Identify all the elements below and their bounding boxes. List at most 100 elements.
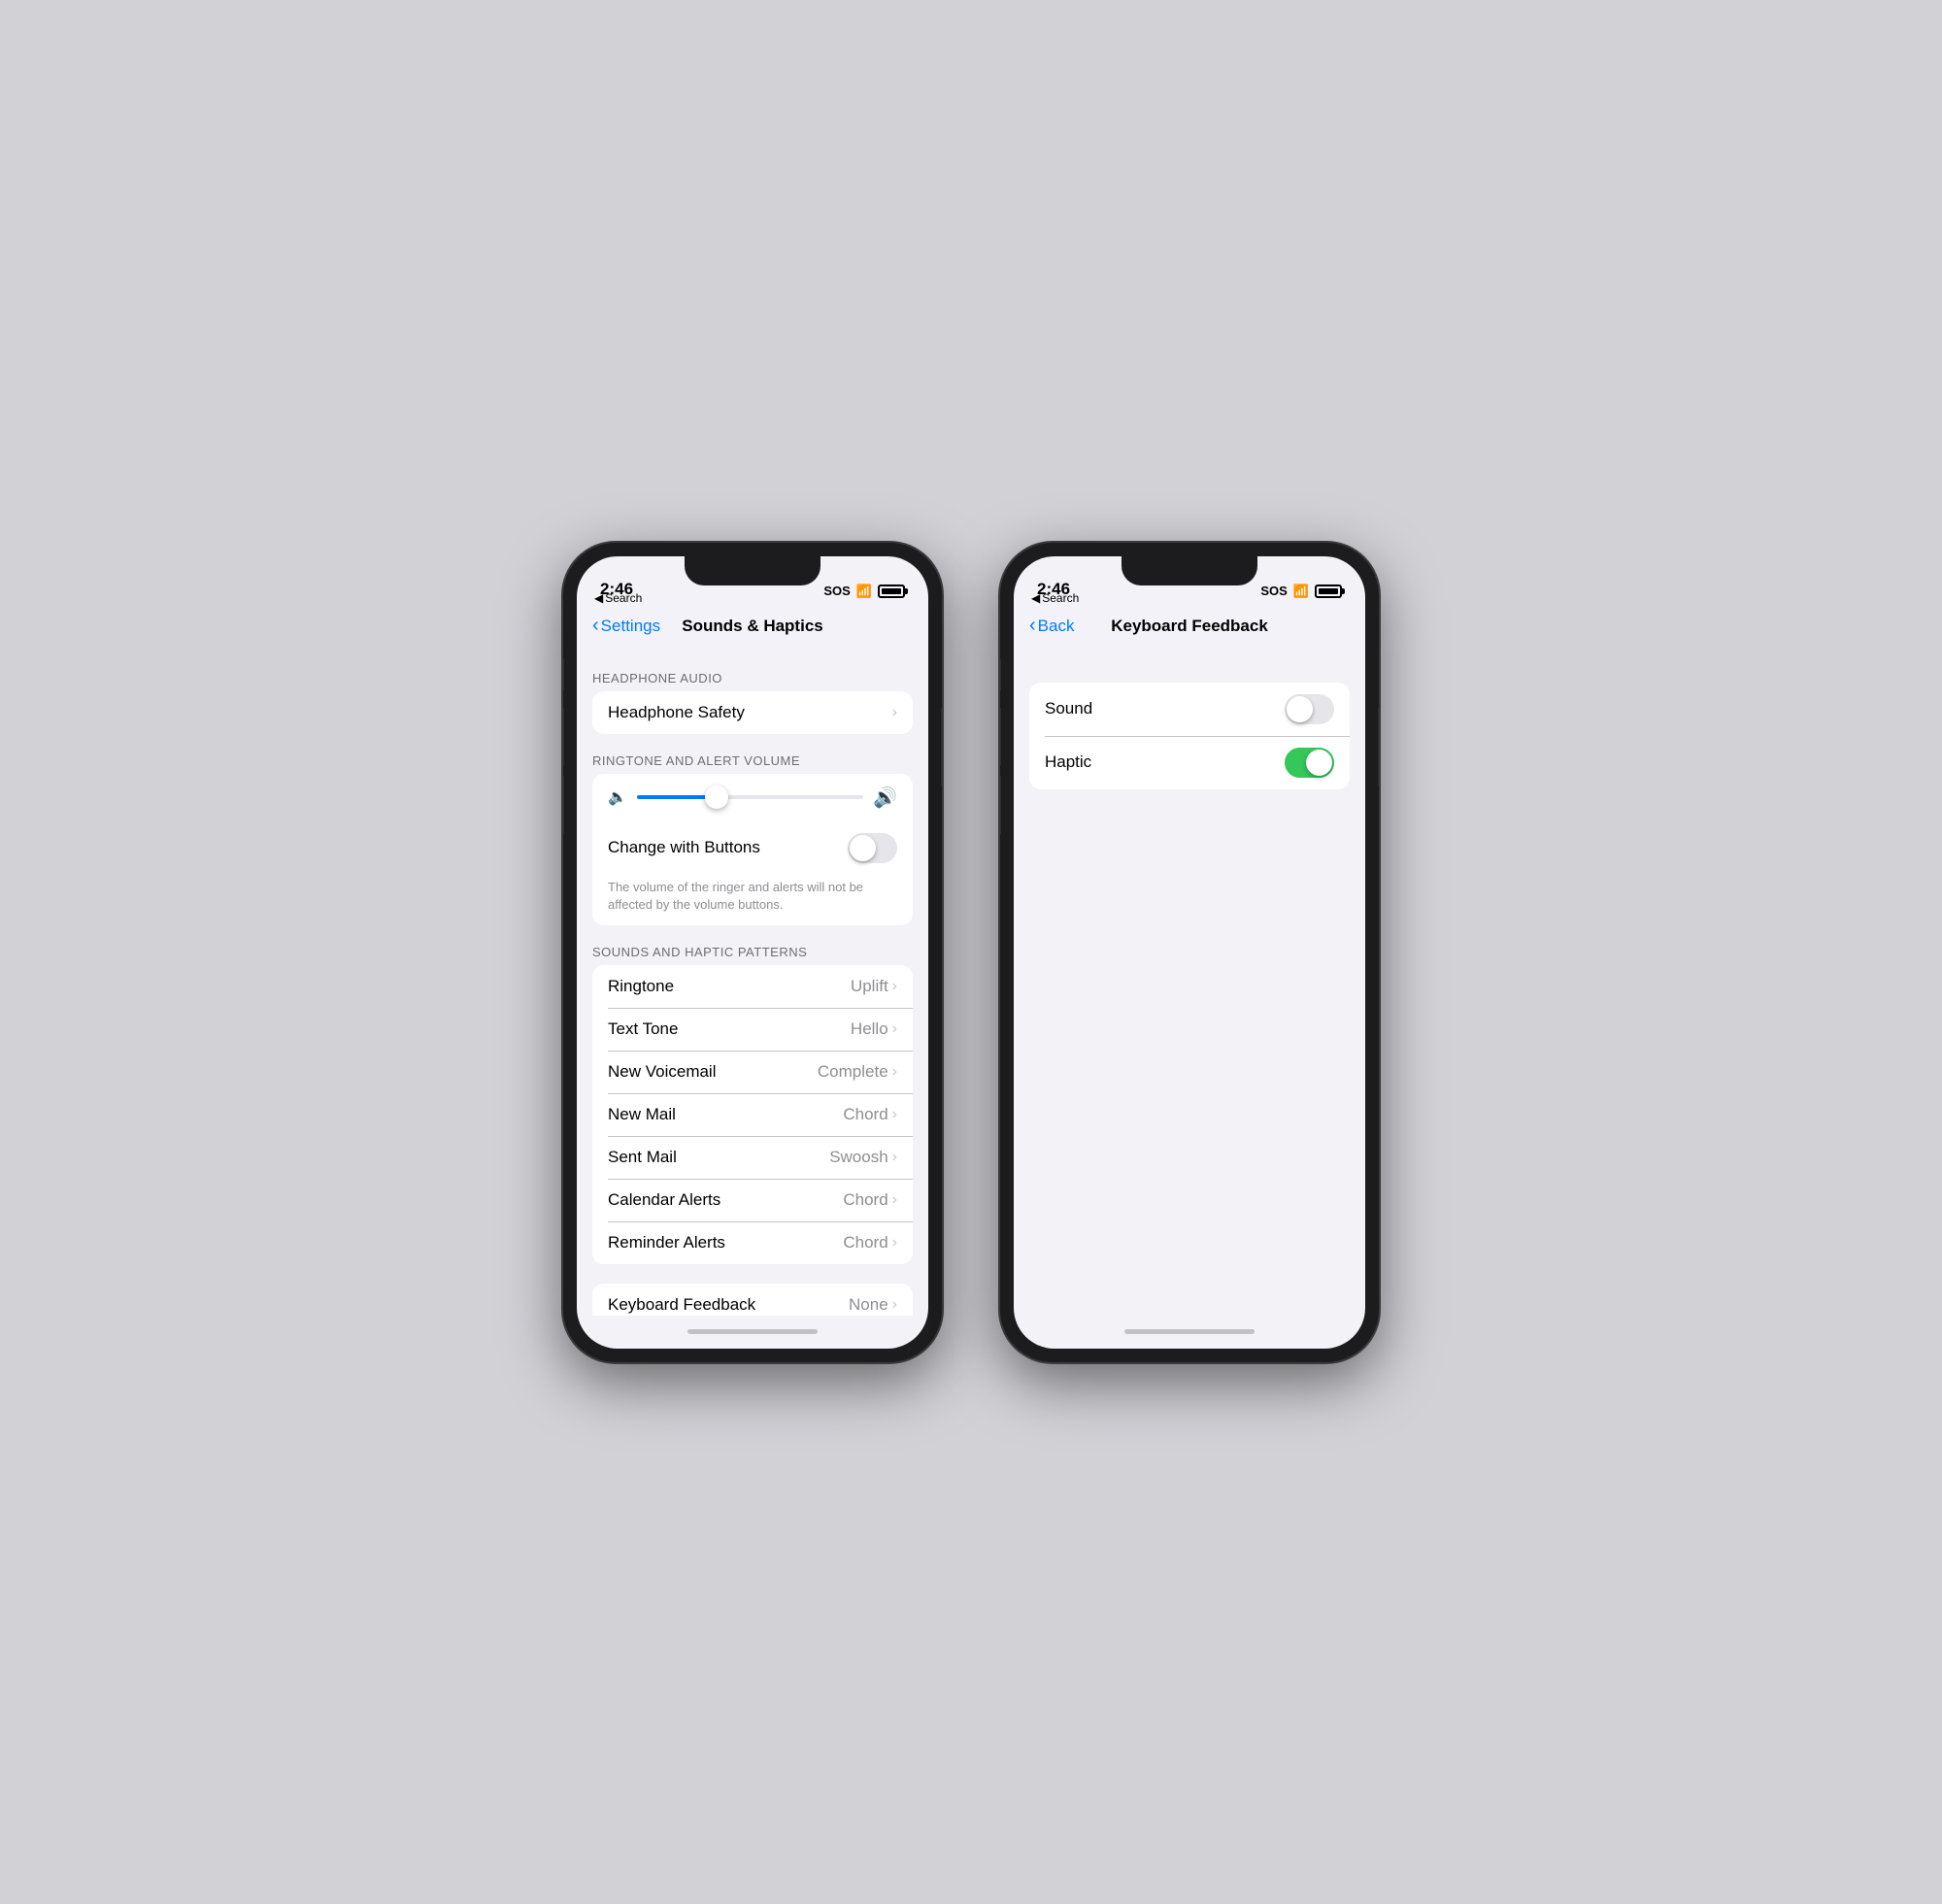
headphone-group: Headphone Safety ›	[592, 691, 913, 734]
new-mail-right: Chord ›	[843, 1105, 897, 1124]
new-voicemail-chevron-icon: ›	[892, 1063, 897, 1081]
keyboard-lock-group: Keyboard Feedback None › Lock Sound	[592, 1284, 913, 1316]
headphone-safety-label: Headphone Safety	[608, 703, 745, 722]
reminder-alerts-right: Chord ›	[843, 1233, 897, 1253]
sent-mail-item[interactable]: Sent Mail Swoosh ›	[592, 1136, 913, 1179]
home-bar-right	[1124, 1329, 1255, 1334]
volume-high-icon: 🔊	[873, 785, 897, 810]
right-phone: 2:46 ◀ Search SOS 📶 ‹ Back Keyboard Feed…	[1000, 543, 1379, 1362]
calendar-alerts-item[interactable]: Calendar Alerts Chord ›	[592, 1179, 913, 1221]
change-with-buttons-item: Change with Buttons	[592, 821, 913, 875]
sos-label-right: SOS	[1260, 584, 1287, 598]
volume-up-right	[1000, 708, 1001, 766]
toggle-thumb	[850, 835, 876, 861]
ringtone-right: Uplift ›	[851, 977, 897, 996]
keyboard-feedback-chevron-icon: ›	[892, 1296, 897, 1314]
back-chevron-icon: ‹	[592, 615, 599, 637]
power-button-right	[1378, 708, 1379, 785]
calendar-alerts-label: Calendar Alerts	[608, 1190, 720, 1210]
new-voicemail-label: New Voicemail	[608, 1062, 717, 1082]
headphone-safety-item[interactable]: Headphone Safety ›	[592, 691, 913, 734]
sound-toggle-thumb	[1287, 696, 1313, 722]
sent-mail-right: Swoosh ›	[829, 1148, 897, 1167]
volume-low-icon: 🔈	[608, 787, 627, 807]
new-voicemail-right: Complete ›	[818, 1062, 897, 1082]
new-mail-label: New Mail	[608, 1105, 676, 1124]
search-label-right: ◀ Search	[1031, 591, 1079, 605]
battery-icon	[878, 585, 905, 598]
notch-right	[1122, 556, 1257, 585]
silent-switch	[563, 659, 564, 690]
headphone-safety-right: ›	[892, 704, 897, 721]
home-bar-left	[687, 1329, 818, 1334]
page-title-left: Sounds & Haptics	[682, 617, 822, 636]
ringtone-item[interactable]: Ringtone Uplift ›	[592, 965, 913, 1008]
keyboard-feedback-settings-group: Sound Haptic	[1029, 683, 1350, 789]
calendar-alerts-chevron-icon: ›	[892, 1191, 897, 1209]
left-phone: 2:46 ◀ Search SOS 📶 ‹ Settings Sounds & …	[563, 543, 942, 1362]
back-button-right[interactable]: ‹ Back	[1029, 616, 1074, 637]
back-chevron-icon-right: ‹	[1029, 615, 1036, 637]
left-screen: 2:46 ◀ Search SOS 📶 ‹ Settings Sounds & …	[577, 556, 928, 1349]
right-screen: 2:46 ◀ Search SOS 📶 ‹ Back Keyboard Feed…	[1014, 556, 1365, 1349]
section-label-headphone: HEADPHONE AUDIO	[577, 671, 928, 691]
sent-mail-label: Sent Mail	[608, 1148, 677, 1167]
new-mail-chevron-icon: ›	[892, 1106, 897, 1123]
section-label-volume: RINGTONE AND ALERT VOLUME	[577, 753, 928, 774]
wifi-icon-right: 📶	[1293, 584, 1309, 599]
calendar-alerts-right: Chord ›	[843, 1190, 897, 1210]
search-label: ◀ Search	[594, 591, 642, 605]
ringtone-label: Ringtone	[608, 977, 674, 996]
volume-slider[interactable]	[637, 795, 863, 799]
change-with-buttons-toggle[interactable]	[848, 833, 897, 863]
nav-bar-left: ‹ Settings Sounds & Haptics	[577, 605, 928, 648]
haptic-toggle[interactable]	[1285, 748, 1334, 778]
scroll-content-right: Sound Haptic	[1014, 648, 1365, 1316]
sound-item: Sound	[1029, 683, 1350, 736]
sound-toggle[interactable]	[1285, 694, 1334, 724]
ringtone-chevron-icon: ›	[892, 978, 897, 995]
sound-label: Sound	[1045, 699, 1092, 718]
keyboard-feedback-label: Keyboard Feedback	[608, 1295, 755, 1315]
battery-fill-right	[1319, 588, 1338, 594]
text-tone-chevron-icon: ›	[892, 1020, 897, 1038]
text-tone-right: Hello ›	[851, 1019, 897, 1039]
home-indicator-left	[577, 1316, 928, 1349]
battery-fill	[882, 588, 901, 594]
volume-group: 🔈 🔊 Change with Buttons The volume of th…	[592, 774, 913, 925]
status-right: SOS 📶	[823, 584, 905, 599]
nav-bar-right: ‹ Back Keyboard Feedback	[1014, 605, 1365, 648]
home-indicator-right	[1014, 1316, 1365, 1349]
volume-slider-row: 🔈 🔊	[592, 774, 913, 821]
wifi-icon: 📶	[856, 584, 872, 599]
battery-icon-right	[1315, 585, 1342, 598]
notch	[685, 556, 820, 585]
reminder-alerts-item[interactable]: Reminder Alerts Chord ›	[592, 1221, 913, 1264]
page-title-right: Keyboard Feedback	[1111, 617, 1268, 636]
keyboard-feedback-item[interactable]: Keyboard Feedback None ›	[592, 1284, 913, 1316]
slider-thumb	[705, 785, 728, 809]
new-voicemail-item[interactable]: New Voicemail Complete ›	[592, 1051, 913, 1093]
haptic-toggle-thumb	[1306, 750, 1332, 776]
settings-back-button[interactable]: ‹ Settings	[592, 616, 660, 637]
new-mail-item[interactable]: New Mail Chord ›	[592, 1093, 913, 1136]
volume-helper-text: The volume of the ringer and alerts will…	[592, 875, 913, 925]
change-with-buttons-label: Change with Buttons	[608, 838, 760, 857]
haptic-item: Haptic	[1029, 736, 1350, 789]
power-button	[941, 708, 942, 785]
silent-switch-right	[1000, 659, 1001, 690]
reminder-alerts-chevron-icon: ›	[892, 1234, 897, 1252]
volume-down-button	[563, 776, 564, 834]
volume-down-right	[1000, 776, 1001, 834]
haptic-label: Haptic	[1045, 752, 1091, 772]
text-tone-label: Text Tone	[608, 1019, 678, 1039]
text-tone-item[interactable]: Text Tone Hello ›	[592, 1008, 913, 1051]
keyboard-feedback-right: None ›	[849, 1295, 897, 1315]
status-right-right: SOS 📶	[1260, 584, 1342, 599]
reminder-alerts-label: Reminder Alerts	[608, 1233, 725, 1253]
sos-label: SOS	[823, 584, 850, 598]
sounds-haptic-group: Ringtone Uplift › Text Tone Hello › New …	[592, 965, 913, 1264]
scroll-content-left: HEADPHONE AUDIO Headphone Safety › RINGT…	[577, 648, 928, 1316]
volume-up-button	[563, 708, 564, 766]
headphone-chevron-icon: ›	[892, 704, 897, 721]
